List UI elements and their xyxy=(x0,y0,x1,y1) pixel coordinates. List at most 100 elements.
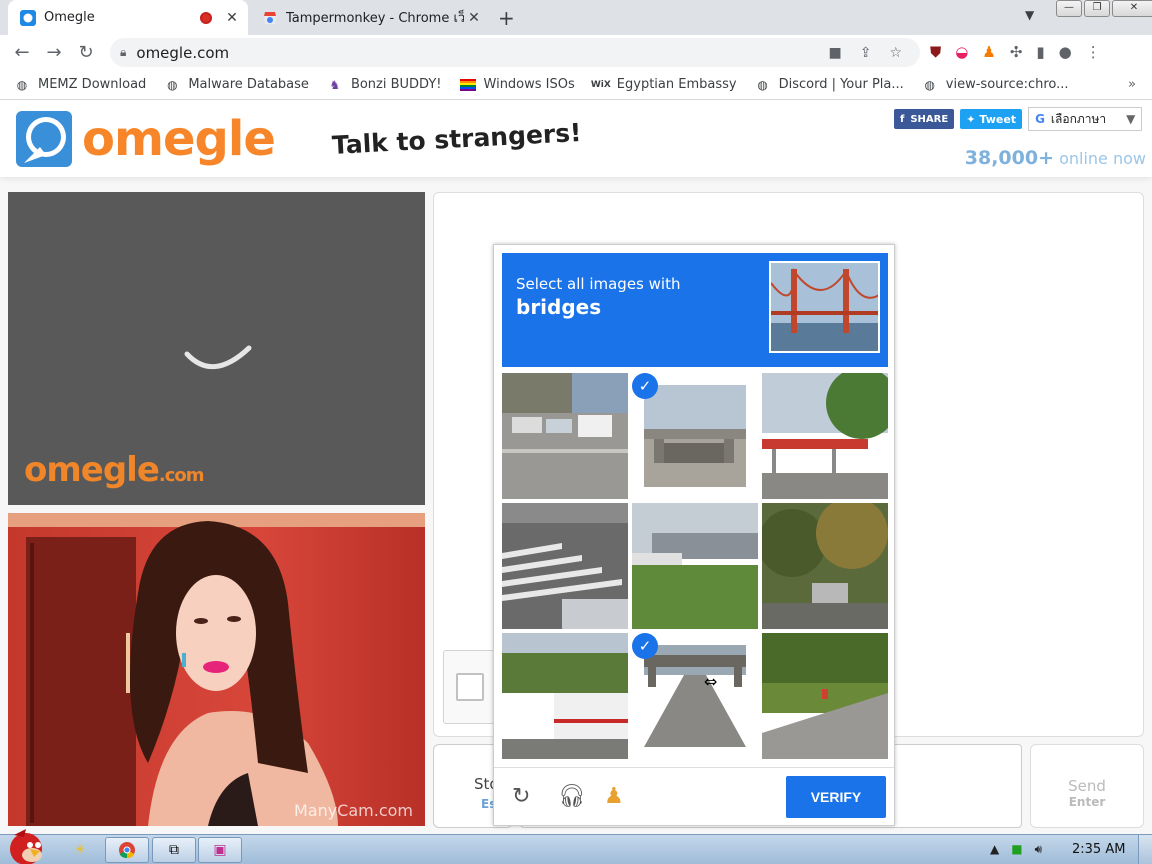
crosswalk-image xyxy=(502,503,628,629)
captcha-tile-8[interactable]: ✓ xyxy=(632,633,758,759)
parking-lot-image xyxy=(502,373,628,499)
gas-station-image xyxy=(762,373,888,499)
close-window-button[interactable]: ✕ xyxy=(1112,0,1152,17)
bookmark-view-source[interactable]: ◍ view-source:chro... xyxy=(922,77,1069,93)
road-overpass-image xyxy=(644,645,746,747)
captcha-sample-bridge-image xyxy=(769,261,880,353)
bookmark-egyptian-embassy[interactable]: WiX Egyptian Embassy xyxy=(590,77,737,93)
share-icon[interactable]: ⇪ xyxy=(860,45,872,61)
globe-icon: ◍ xyxy=(757,77,768,92)
captcha-tile-3[interactable] xyxy=(762,373,888,499)
bookmarks-bar: ◍ MEMZ Download ◍ Malware Database ♞ Bonzi … xyxy=(0,70,1152,100)
restore-button[interactable]: ❐ xyxy=(1084,0,1110,17)
start-button-angry-bird-icon[interactable] xyxy=(6,827,46,864)
curb-sidewalk-image xyxy=(762,633,888,759)
tagline: Talk to strangers! xyxy=(331,117,583,160)
trees-street-image xyxy=(762,503,888,629)
browser-toolbar: ← → ↻ 🔒︎ omegle.com ■ ⇪ ☆ ⛊ ◒ ♟ ✣ ▮ ● ⋮ xyxy=(0,35,1152,70)
puzzle-extensions-icon[interactable]: ✣ xyxy=(1010,43,1023,61)
google-translate-select[interactable]: G เลือกภาษา ▼ xyxy=(1028,107,1143,131)
omegle-watermark: omegle.com xyxy=(24,450,205,490)
omegle-logo[interactable]: omegle xyxy=(14,109,276,169)
chrome-taskbar-icon[interactable] xyxy=(105,837,149,863)
captcha-instruction: Select all images with xyxy=(516,275,681,293)
file-explorer-taskbar-icon[interactable]: ☀ xyxy=(60,837,100,863)
site-header: omegle Talk to strangers! f SHARE ✦ Tweet … xyxy=(0,101,1152,177)
bookmark-discord[interactable]: ◍ Discord | Your Pla... xyxy=(755,77,903,93)
captcha-image-grid: ✓ ✓ xyxy=(502,373,888,759)
bookmark-windows-isos[interactable]: Windows ISOs xyxy=(459,77,575,93)
clock[interactable]: 2:35 AM xyxy=(1072,842,1125,857)
captcha-tile-9[interactable] xyxy=(762,633,888,759)
tab-search-chevron-icon[interactable]: ▼ xyxy=(1025,8,1034,22)
system-tray: ▲ ■ 🔊︎ xyxy=(990,842,1042,857)
tab-tampermonkey[interactable]: Tampermonkey - Chrome เว็บส ✕ xyxy=(252,0,490,35)
minimize-button[interactable]: — xyxy=(1056,0,1082,17)
globe-icon: ◍ xyxy=(167,77,178,92)
stranger-video: omegle.com xyxy=(8,192,425,505)
forward-icon[interactable]: → xyxy=(38,42,70,63)
tab-strip: Omegle ✕ Tampermonkey - Chrome เว็บส ✕ +… xyxy=(0,0,1152,35)
bookmark-memz[interactable]: ◍ MEMZ Download xyxy=(14,77,147,93)
close-tab-icon[interactable]: ✕ xyxy=(464,10,484,26)
extension-color-icon[interactable]: ◒ xyxy=(955,43,968,61)
extensions-area: ⛊ ◒ ♟ ✣ ▮ ● ⋮ xyxy=(930,43,1101,61)
captcha-tile-5[interactable] xyxy=(632,503,758,629)
tab-title: Tampermonkey - Chrome เว็บส xyxy=(286,11,464,26)
dropdown-arrow-icon: ▼ xyxy=(1126,112,1136,126)
twitter-icon: ✦ xyxy=(966,112,976,126)
globe-icon: ◍ xyxy=(16,77,28,92)
address-bar[interactable]: 🔒︎ omegle.com ■ ⇪ ☆ xyxy=(110,38,920,67)
audio-challenge-icon[interactable]: 🎧︎ xyxy=(558,784,586,809)
show-desktop-button[interactable] xyxy=(1138,835,1152,864)
captcha-tile-6[interactable] xyxy=(762,503,888,629)
show-hidden-icons-icon[interactable]: ▲ xyxy=(990,842,999,857)
send-button[interactable]: Send Enter xyxy=(1030,744,1144,828)
rainbow-flag-icon xyxy=(459,78,476,91)
facebook-share-button[interactable]: f SHARE xyxy=(894,109,955,129)
bookmark-bonzi[interactable]: ♞ Bonzi BUDDY! xyxy=(327,77,442,93)
url-text[interactable]: omegle.com xyxy=(136,44,828,62)
highway-truck-image xyxy=(632,503,758,629)
paint-taskbar-icon[interactable]: ▣ xyxy=(198,837,242,863)
remote-desktop-taskbar-icon[interactable]: ⧉ xyxy=(152,837,196,863)
verify-button[interactable]: VERIFY xyxy=(786,776,886,818)
back-icon[interactable]: ← xyxy=(6,42,38,63)
info-person-check-icon[interactable]: ♟ xyxy=(604,784,624,809)
tweet-button[interactable]: ✦ Tweet xyxy=(960,109,1023,129)
window-controls: — ❐ ✕ xyxy=(1056,0,1152,17)
bonzi-icon: ♞ xyxy=(329,77,341,92)
close-tab-icon[interactable]: ✕ xyxy=(222,10,242,26)
bookmark-malware-db[interactable]: ◍ Malware Database xyxy=(164,77,309,93)
menu-dots-icon[interactable]: ⋮ xyxy=(1086,43,1101,61)
chrome-icon xyxy=(119,842,135,859)
webcam-person-image xyxy=(8,513,425,826)
captcha-tile-7[interactable] xyxy=(502,633,628,759)
camera-icon[interactable]: ■ xyxy=(828,45,841,61)
volume-icon[interactable]: 🔊︎ xyxy=(1035,842,1043,857)
captcha-tile-2[interactable]: ✓ xyxy=(632,373,758,499)
bus-street-image xyxy=(502,633,628,759)
wix-icon: WiX xyxy=(590,79,611,90)
lock-icon[interactable]: 🔒︎ xyxy=(120,45,126,60)
globe-icon: ◍ xyxy=(924,77,936,92)
bookmark-star-icon[interactable]: ☆ xyxy=(889,45,902,61)
profile-avatar-icon[interactable]: ● xyxy=(1059,43,1072,61)
tab-omegle[interactable]: Omegle ✕ xyxy=(8,0,248,35)
facebook-icon: f xyxy=(900,113,905,125)
ublock-icon[interactable]: ⛊ xyxy=(930,43,941,61)
network-icon[interactable]: ■ xyxy=(1011,842,1022,857)
person-check-icon[interactable]: ♟ xyxy=(982,43,995,61)
captcha-tile-1[interactable] xyxy=(502,373,628,499)
reload-challenge-icon[interactable]: ↻ xyxy=(512,784,530,809)
reload-icon[interactable]: ↻ xyxy=(70,42,102,63)
more-bookmarks-icon[interactable]: » xyxy=(1128,77,1136,92)
loading-spinner-icon xyxy=(184,345,252,370)
recaptcha-challenge: Select all images with bridges ✓ ✓ ↻ 🎧︎ … xyxy=(493,244,895,826)
omegle-logo-icon xyxy=(16,111,72,167)
captcha-tile-4[interactable] xyxy=(502,503,628,629)
selected-check-icon: ✓ xyxy=(632,633,658,659)
new-tab-button[interactable]: + xyxy=(498,6,515,30)
recaptcha-checkbox[interactable] xyxy=(456,673,484,701)
side-panel-icon[interactable]: ▮ xyxy=(1036,43,1044,61)
